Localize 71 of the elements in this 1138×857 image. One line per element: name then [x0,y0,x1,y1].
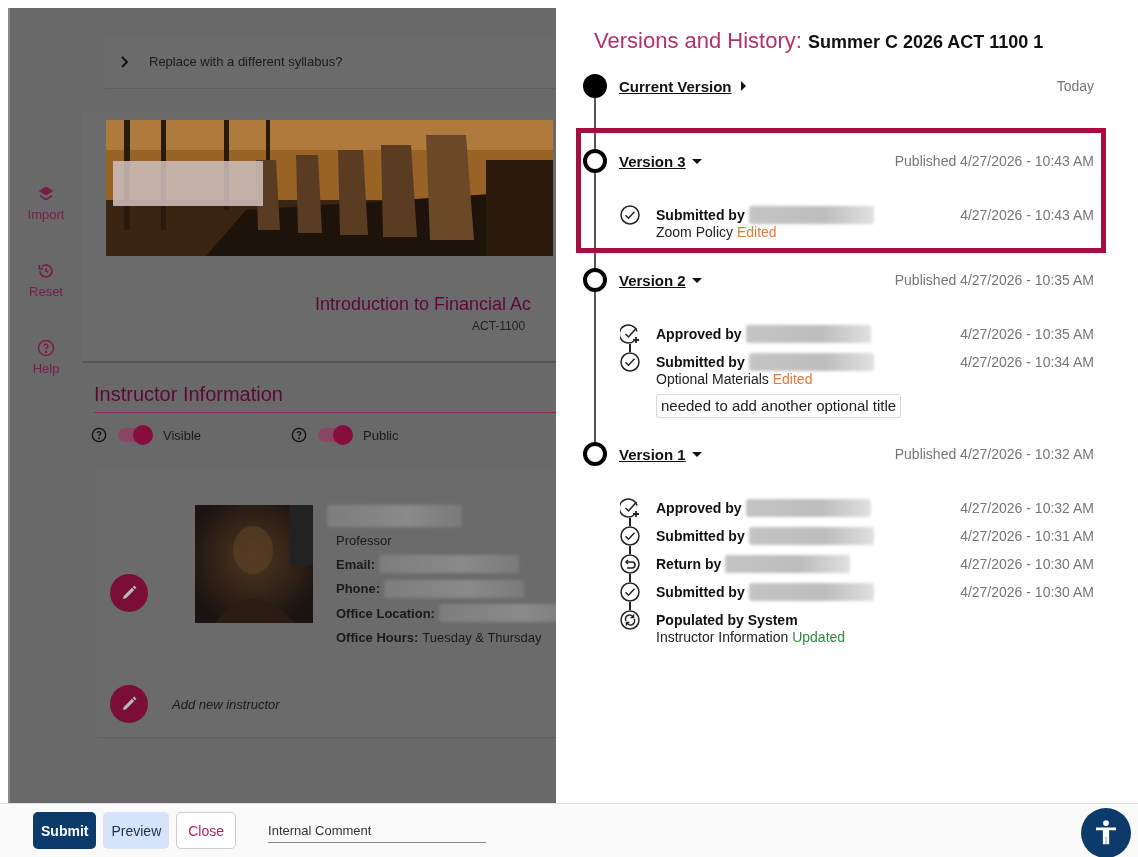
instructor-field: Email: [336,556,379,572]
event-label: Approved by [656,500,742,516]
caret-icon[interactable] [691,275,702,285]
edit-button[interactable] [110,574,148,612]
check-plus-icon [620,498,640,518]
instructor-field: Office Location: [336,605,439,621]
event-label: Return by [656,556,722,572]
ring-node-icon [583,268,607,292]
event-time: 4/27/2026 - 10:43 AM [960,207,1094,223]
version-date: Published 4/27/2026 - 10:32 AM [894,446,1094,462]
caret-icon[interactable] [691,449,702,459]
version-link[interactable]: Version 2 [619,271,686,289]
version-link[interactable]: Version 1 [619,445,686,463]
version-date: Published 4/27/2026 - 10:35 AM [894,272,1094,288]
event-label: Submitted by [656,207,745,223]
check-plus-icon [620,324,640,344]
check-circle-icon [620,526,640,546]
event-time: 4/27/2026 - 10:30 AM [960,556,1094,572]
event-time: 4/27/2026 - 10:35 AM [960,326,1094,342]
version-date: Today [1056,78,1094,94]
event-time: 4/27/2026 - 10:34 AM [960,354,1094,370]
toggle-label: Public [363,427,399,443]
edit-button[interactable] [110,685,148,723]
check-circle-icon [620,352,640,372]
history-icon [37,262,55,280]
instructor-field: Phone: [336,581,385,597]
version-link[interactable]: Version 3 [619,152,686,170]
ring-node-icon [583,442,607,466]
check-circle-icon [620,205,640,225]
undo-circle-icon [620,554,640,574]
replace-syllabus-label: Replace with a different syllabus? [149,54,343,69]
action-button[interactable]: Close [176,812,237,849]
instructor-field: Office Hours: Tuesday & Thursday [336,630,542,646]
comment-field[interactable]: Internal Comment [268,818,487,843]
event-detail: Optional Materials Edited [656,370,813,388]
action-button[interactable]: Preview [103,812,170,849]
event-time: 4/27/2026 - 10:30 AM [960,584,1094,600]
sync-circle-icon [620,610,640,630]
event-time: 4/27/2026 - 10:31 AM [960,528,1094,544]
action-button[interactable]: Submit [33,812,97,849]
event-detail: Zoom Policy Edited [656,223,777,241]
ring-node-icon [583,149,607,173]
layers-icon [37,185,55,203]
instructor-role: Professor [336,533,393,548]
event-label: Submitted by [656,584,745,600]
version-date: Published 4/27/2026 - 10:43 AM [894,153,1094,169]
toggle-switch[interactable] [317,425,353,445]
help-icon [37,339,55,357]
toggle-switch[interactable] [117,425,153,445]
version-link[interactable]: Current Version [619,77,732,95]
event-label: Approved by [656,326,742,342]
course-title: Introduction to Financial Ac [315,294,533,315]
filled-node-icon [583,74,607,98]
accessibility-button[interactable] [1081,807,1131,857]
panel-title: Versions and History: [594,28,802,54]
event-label: Populated by System [656,612,798,628]
event-time: 4/27/2026 - 10:32 AM [960,500,1094,516]
help-icon[interactable] [91,427,107,443]
toggle-label: Visible [163,427,202,443]
comment-bubble: needed to add another optional title [656,394,902,418]
panel-subtitle: Summer C 2026 ACT 1100 1 [807,32,1044,53]
event-detail: Instructor Information Updated [656,628,846,646]
caret-icon[interactable] [691,156,702,166]
help-icon[interactable] [291,427,307,443]
pencil-icon [120,695,138,713]
event-label: Submitted by [656,354,745,370]
check-circle-icon [620,582,640,602]
event-label: Submitted by [656,528,745,544]
pencil-icon [120,584,138,602]
course-code: ACT-1100 [472,319,527,333]
section-title: Instructor Information [94,383,556,413]
